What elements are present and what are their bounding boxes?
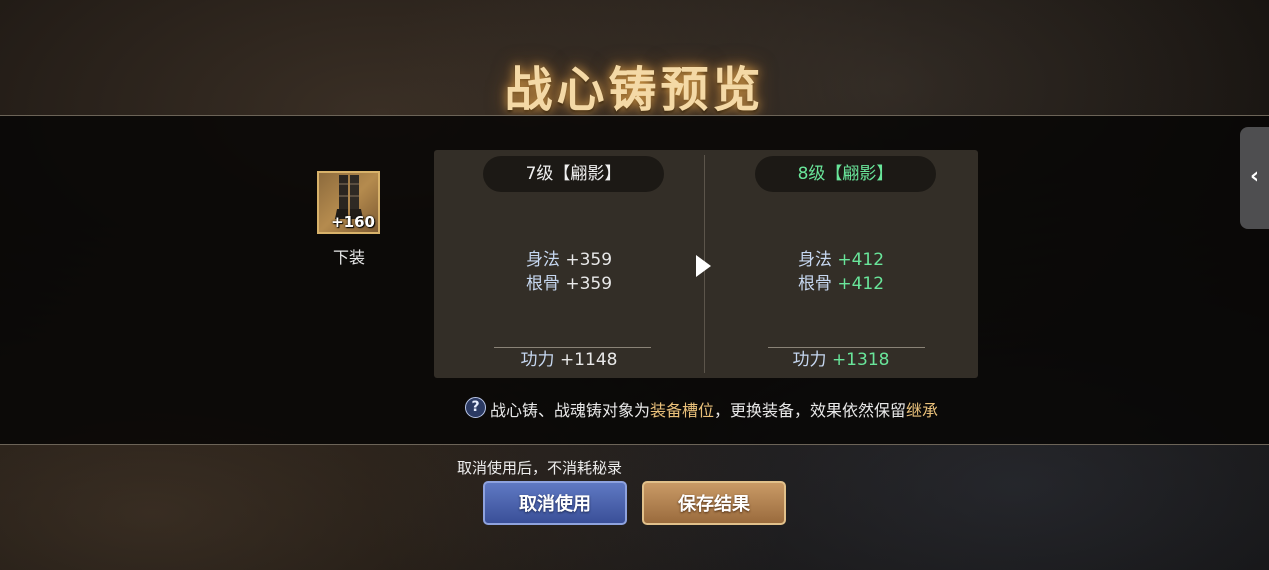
next-power: 功力 +1318 [706, 348, 976, 372]
chevron-left-icon: ‹ [1249, 164, 1260, 189]
stat-row: 身法 +359 [434, 248, 704, 272]
stat-value: +412 [837, 274, 885, 294]
item-name: 下装 [332, 248, 365, 267]
stat-label: 根骨 [797, 274, 832, 294]
power-value: +1148 [559, 350, 618, 370]
next-level-label: 8级【翩影】 [755, 156, 936, 192]
power-value: +1318 [831, 350, 890, 370]
save-button[interactable]: 保存结果 [642, 481, 786, 525]
help-text-part: ，更换装备，效果依然保留 [714, 401, 907, 420]
stat-label: 根骨 [525, 274, 560, 294]
equipment-slot[interactable]: +160 [317, 171, 380, 234]
compare-panel: 7级【翩影】 身法 +359 根骨 +359 功力 +1148 8级【翩影】 身… [434, 150, 978, 378]
cancel-note: 取消使用后，不消耗秘录 [457, 459, 623, 477]
current-level-label: 7级【翩影】 [483, 156, 664, 192]
current-stats: 身法 +359 根骨 +359 [434, 248, 704, 296]
stat-row: 身法 +412 [706, 248, 976, 272]
cancel-button[interactable]: 取消使用 [483, 481, 627, 525]
page-title: 战心铸预览 [504, 62, 765, 118]
help-text-part: 战心铸、战魂铸对象为 [490, 401, 651, 420]
stat-label: 身法 [525, 250, 560, 270]
stat-value: +359 [565, 274, 613, 294]
stat-row: 根骨 +359 [434, 272, 704, 296]
help-highlight: 继承 [906, 401, 939, 420]
help-highlight: 装备槽位 [650, 401, 715, 420]
item-level-badge: +160 [331, 213, 375, 231]
power-label: 功力 [520, 350, 555, 370]
help-icon[interactable]: ? [465, 397, 486, 418]
stat-label: 身法 [797, 250, 832, 270]
current-column: 7级【翩影】 身法 +359 根骨 +359 功力 +1148 [434, 150, 704, 378]
power-label: 功力 [792, 350, 827, 370]
next-stats: 身法 +412 根骨 +412 [706, 248, 976, 296]
current-power: 功力 +1148 [434, 348, 704, 372]
stat-value: +412 [837, 250, 885, 270]
stat-value: +359 [565, 250, 613, 270]
next-column: 8级【翩影】 身法 +412 根骨 +412 功力 +1318 [706, 150, 976, 378]
stat-row: 根骨 +412 [706, 272, 976, 296]
side-tab-button[interactable]: ‹ [1240, 127, 1269, 229]
help-text: 战心铸、战魂铸对象为装备槽位，更换装备，效果依然保留继承 [490, 397, 938, 421]
